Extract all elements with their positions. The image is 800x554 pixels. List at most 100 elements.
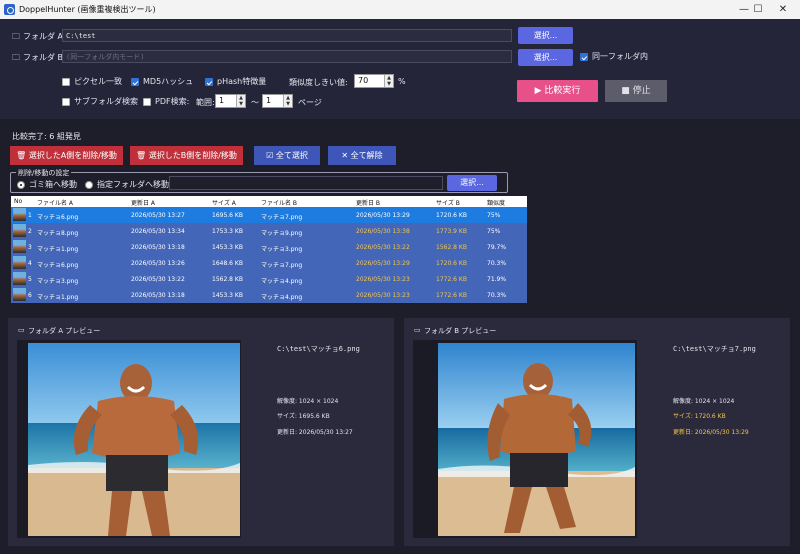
pixel-match-checkbox[interactable]: ピクセル一致 [62, 76, 122, 87]
checkbox-icon [62, 77, 70, 86]
row-no: 5 [28, 276, 32, 283]
subfolder-checkbox[interactable]: サブフォルダ検索 [62, 96, 138, 107]
results-table: No ファイル名 A 更新日 A サイズ A ファイル名 B 更新日 B サイズ… [11, 196, 527, 303]
delete-a-button[interactable]: 🗑 選択したA側を削除/移動 [10, 146, 123, 165]
folder-radio[interactable]: 指定フォルダへ移動: [85, 179, 172, 190]
range-from-spinbox[interactable]: 1 ▲ ▼ [215, 94, 246, 108]
row-date-b: 2026/05/30 13:23 [356, 276, 410, 283]
row-file-a: マッチョ8.png [37, 230, 79, 237]
same-folder-checkbox[interactable]: 同一フォルダ内 [580, 51, 648, 62]
move-settings-legend: 削除/移動の設定 [16, 168, 72, 178]
row-thumbnail [13, 240, 26, 253]
row-date-b: 2026/05/30 13:38 [356, 228, 410, 235]
threshold-spinbox[interactable]: 70 ▲ ▼ [354, 74, 394, 88]
folder-a-input[interactable]: C:\test [62, 29, 512, 42]
window-title: DoppelHunter (画像重複検出ツール) [19, 5, 156, 14]
select-folder-a-button[interactable]: 選択... [518, 27, 573, 44]
trash-radio[interactable]: ゴミ箱へ移動 [17, 179, 77, 190]
close-button[interactable]: ✕ [765, 0, 800, 19]
col-date-b[interactable]: 更新日 B [356, 198, 380, 207]
clear-all-button[interactable]: ✕ 全て解除 [328, 146, 396, 165]
range-from-value: 1 [219, 96, 225, 105]
preview-a-panel: ▭ フォルダ A プレビュー C:\test\マッチョ6.png 解像度: 10… [8, 318, 394, 546]
col-size-a[interactable]: サイズ A [212, 198, 236, 207]
row-date-a: 2026/05/30 13:18 [131, 244, 185, 251]
table-row[interactable]: 4 マッチョ6.png 2026/05/30 13:26 1648.6 KB マッチョ7… [11, 255, 527, 271]
phash-checkbox[interactable]: pHash特徴量 [205, 76, 266, 87]
row-size-a: 1562.8 KB [212, 276, 243, 283]
spin-arrows-icon[interactable]: ▲ ▼ [384, 75, 393, 87]
row-size-b: 1772.6 KB [436, 276, 467, 283]
row-file-a: マッチョ6.png [37, 262, 79, 269]
row-thumbnail [13, 288, 26, 301]
folder-b-input[interactable]: (同一フォルダ内モード) [62, 50, 512, 63]
range-separator: 〜 [251, 98, 259, 107]
row-no: 1 [28, 212, 32, 219]
row-similarity: 79.7% [487, 244, 507, 251]
stop-button[interactable]: ■ 停止 [605, 80, 667, 102]
move-folder-select-button[interactable]: 選択... [447, 175, 497, 191]
range-label: 範囲: [196, 98, 215, 107]
trash-radio-label: ゴミ箱へ移動 [29, 180, 77, 189]
row-file-a: マッチョ1.png [37, 246, 79, 253]
threshold-label: 類似度しきい値: [289, 78, 348, 87]
radio-selected-icon [17, 180, 25, 189]
select-folder-b-button[interactable]: 選択... [518, 49, 573, 66]
compare-button[interactable]: ▶ 比較実行 [517, 80, 598, 102]
spin-arrows-icon[interactable]: ▲ ▼ [236, 95, 245, 107]
select-all-label: 全て選択 [275, 151, 308, 160]
col-file-b[interactable]: ファイル名 B [261, 198, 297, 207]
select-all-button[interactable]: ☑ 全て選択 [254, 146, 320, 165]
threshold-unit: % [398, 77, 406, 86]
folder-radio-label: 指定フォルダへ移動: [97, 180, 172, 189]
preview-a-resolution: 解像度: 1024 × 1024 [277, 398, 339, 405]
col-no[interactable]: No [14, 198, 22, 205]
row-similarity: 75% [487, 228, 501, 235]
preview-b-panel: ▭ フォルダ B プレビュー C:\test\マッチョ7.png 解像度: 10… [404, 318, 790, 546]
app-icon [4, 4, 15, 15]
subfolder-label: サブフォルダ検索 [74, 97, 138, 106]
col-similarity[interactable]: 類似度 [487, 198, 505, 207]
delete-b-button[interactable]: 🗑 選択したB側を削除/移動 [130, 146, 243, 165]
image-icon: ▭ [414, 326, 421, 334]
row-date-b: 2026/05/30 13:29 [356, 212, 410, 219]
spin-arrows-icon[interactable]: ▲ ▼ [283, 95, 292, 107]
delete-b-label: 選択したB側を削除/移動 [148, 151, 237, 160]
preview-b-modified: 更新日: 2026/05/30 13:29 [673, 429, 749, 436]
table-row[interactable]: 1 マッチョ6.png 2026/05/30 13:27 1695.6 KB マッチョ7… [11, 207, 527, 223]
title-bar: DoppelHunter (画像重複検出ツール) — ☐ ✕ [0, 0, 800, 19]
threshold-value: 70 [358, 76, 369, 85]
col-size-b[interactable]: サイズ B [436, 198, 460, 207]
row-size-b: 1772.6 KB [436, 292, 467, 299]
pixel-match-label: ピクセル一致 [74, 77, 122, 86]
col-date-a[interactable]: 更新日 A [131, 198, 155, 207]
pdf-checkbox[interactable]: PDF検索: [143, 96, 189, 107]
folder-b-label: フォルダ B [23, 53, 64, 62]
clear-all-label: 全て解除 [350, 151, 383, 160]
range-to-value: 1 [266, 96, 272, 105]
row-size-a: 1753.3 KB [212, 228, 243, 235]
row-no: 2 [28, 228, 32, 235]
row-date-b: 2026/05/30 13:29 [356, 260, 410, 267]
row-thumbnail [13, 256, 26, 269]
checkbox-checked-icon [580, 52, 588, 61]
row-no: 4 [28, 260, 32, 267]
table-row[interactable]: 3 マッチョ1.png 2026/05/30 13:18 1453.3 KB マッチョ3… [11, 239, 527, 255]
pdf-label: PDF検索: [155, 97, 190, 106]
stop-icon: ■ [621, 86, 633, 96]
move-folder-input[interactable] [169, 176, 443, 190]
table-row[interactable]: 6 マッチョ1.png 2026/05/30 13:18 1453.3 KB マッチョ4… [11, 287, 527, 303]
check-icon: ☑ [266, 151, 276, 160]
x-icon: ✕ [341, 151, 351, 160]
table-row[interactable]: 2 マッチョ8.png 2026/05/30 13:34 1753.3 KB マッチョ9… [11, 223, 527, 239]
row-size-b: 1720.6 KB [436, 212, 467, 219]
md5-label: MD5ハッシュ [143, 77, 194, 86]
table-row[interactable]: 5 マッチョ3.png 2026/05/30 13:22 1562.8 KB マッチョ4… [11, 271, 527, 287]
table-header: No ファイル名 A 更新日 A サイズ A ファイル名 B 更新日 B サイズ… [11, 196, 527, 207]
md5-checkbox[interactable]: MD5ハッシュ [131, 76, 193, 87]
row-file-b: マッチョ4.png [261, 294, 303, 301]
col-file-a[interactable]: ファイル名 A [37, 198, 73, 207]
row-size-b: 1720.6 KB [436, 260, 467, 267]
range-to-spinbox[interactable]: 1 ▲ ▼ [262, 94, 293, 108]
checkbox-checked-icon [131, 77, 139, 86]
